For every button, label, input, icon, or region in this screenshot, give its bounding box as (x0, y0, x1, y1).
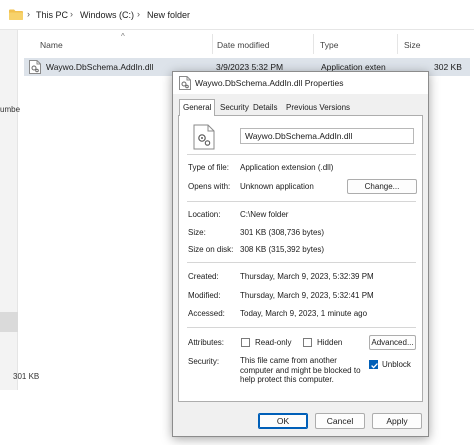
tab-security[interactable]: Security (217, 100, 252, 116)
accessed-value: Today, March 9, 2023, 1 minute ago (240, 309, 368, 318)
nav-item-partial[interactable]: umbe (0, 105, 20, 114)
opens-with-label: Opens with: (188, 182, 231, 191)
chevron-right-icon: › (137, 9, 140, 19)
divider (187, 327, 416, 328)
dialog-titlebar[interactable]: Waywo.DbSchema.AddIn.dll Properties (173, 72, 428, 94)
general-panel: Waywo.DbSchema.AddIn.dll Type of file: A… (178, 115, 423, 402)
divider (187, 201, 416, 202)
status-size: 301 KB (13, 372, 40, 381)
tab-details[interactable]: Details (250, 100, 280, 116)
divider (187, 262, 416, 263)
created-label: Created: (188, 272, 219, 281)
unblock-label[interactable]: Unblock (382, 360, 411, 369)
hidden-label[interactable]: Hidden (317, 338, 342, 347)
modified-label: Modified: (188, 291, 221, 300)
size-on-disk-label: Size on disk: (188, 245, 234, 254)
location-value: C:\New folder (240, 210, 289, 219)
size-on-disk-value: 308 KB (315,392 bytes) (240, 245, 325, 254)
created-value: Thursday, March 9, 2023, 5:32:39 PM (240, 272, 374, 281)
dll-file-icon (179, 76, 191, 90)
advanced-button[interactable]: Advanced... (369, 335, 416, 350)
navigation-pane[interactable]: umbe (0, 30, 20, 390)
breadcrumb-this-pc[interactable]: This PC (36, 10, 68, 20)
column-type[interactable]: Type (320, 40, 338, 50)
column-headers: ^ Name Date modified Type Size (18, 30, 474, 56)
column-separator[interactable] (397, 34, 398, 54)
type-of-file-label: Type of file: (188, 163, 229, 172)
nav-item-selected[interactable] (0, 312, 18, 332)
column-size[interactable]: Size (404, 40, 421, 50)
file-size: 302 KB (434, 62, 462, 72)
column-date-modified[interactable]: Date modified (217, 40, 269, 50)
tab-general[interactable]: General (179, 99, 216, 116)
attributes-label: Attributes: (188, 338, 225, 347)
unblock-checkbox[interactable] (369, 360, 378, 369)
column-separator[interactable] (212, 34, 213, 54)
ok-button[interactable]: OK (258, 413, 308, 429)
dll-file-icon (193, 124, 215, 150)
location-label: Location: (188, 210, 221, 219)
size-label: Size: (188, 228, 206, 237)
hidden-checkbox[interactable] (303, 338, 312, 347)
security-warning-text: This file came from another computer and… (240, 356, 361, 384)
address-bar[interactable]: › This PC › Windows (C:) › New folder (0, 0, 474, 30)
accessed-label: Accessed: (188, 309, 225, 318)
apply-button[interactable]: Apply (372, 413, 422, 429)
modified-value: Thursday, March 9, 2023, 5:32:41 PM (240, 291, 374, 300)
breadcrumb-windows-c[interactable]: Windows (C:) (80, 10, 134, 20)
breadcrumb-new-folder[interactable]: New folder (147, 10, 190, 20)
check-icon (371, 363, 378, 369)
folder-icon (9, 9, 23, 20)
security-label: Security: (188, 357, 220, 366)
dialog-title: Waywo.DbSchema.AddIn.dll Properties (195, 78, 344, 88)
change-button[interactable]: Change... (347, 179, 417, 194)
file-name-field[interactable]: Waywo.DbSchema.AddIn.dll (240, 128, 414, 144)
readonly-label[interactable]: Read-only (255, 338, 291, 347)
properties-dialog: Waywo.DbSchema.AddIn.dll Properties Gene… (172, 71, 429, 437)
chevron-right-icon: › (27, 9, 30, 19)
tab-strip: General Security Details Previous Versio… (179, 99, 424, 116)
cancel-button[interactable]: Cancel (315, 413, 365, 429)
column-name[interactable]: Name (40, 40, 63, 50)
size-value: 301 KB (308,736 bytes) (240, 228, 325, 237)
column-separator[interactable] (313, 34, 314, 54)
chevron-right-icon: › (70, 9, 73, 19)
readonly-checkbox[interactable] (241, 338, 250, 347)
type-of-file-value: Application extension (.dll) (240, 163, 334, 172)
sort-up-icon: ^ (121, 32, 125, 41)
divider (187, 154, 416, 155)
tab-previous-versions[interactable]: Previous Versions (283, 100, 353, 116)
opens-with-value: Unknown application (240, 182, 314, 191)
file-name: Waywo.DbSchema.AddIn.dll (46, 62, 154, 72)
dll-file-icon (29, 60, 41, 74)
